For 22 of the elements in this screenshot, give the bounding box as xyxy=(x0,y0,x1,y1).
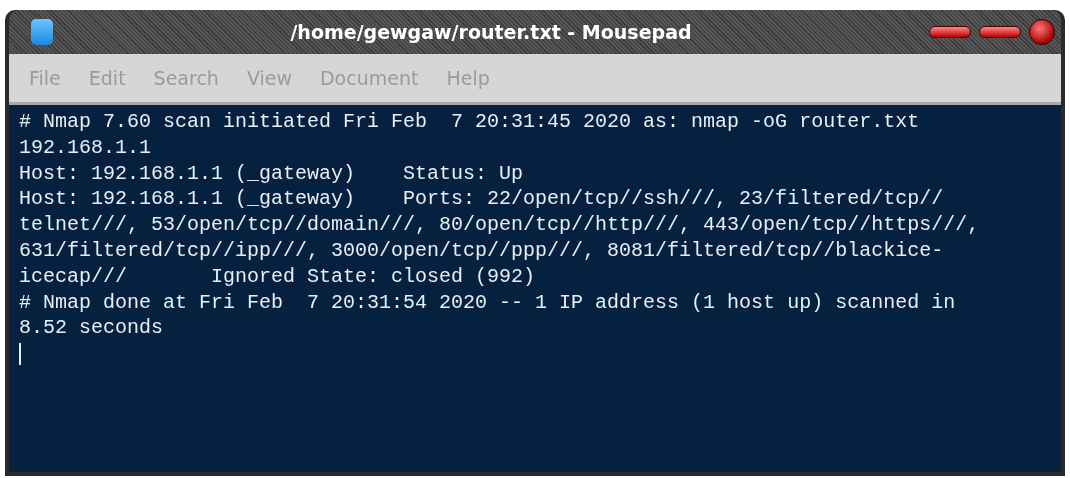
menu-item[interactable]: View xyxy=(246,63,292,93)
text-line: # Nmap done at Fri Feb 7 20:31:54 2020 -- 1 IP address (1 host up) scanned in xyxy=(19,289,957,316)
menu-item[interactable]: Search xyxy=(153,63,219,93)
text-editor[interactable] xyxy=(9,102,1061,472)
menu-item[interactable]: Help xyxy=(446,63,490,93)
text-line: 192.168.1.1 xyxy=(19,134,153,161)
menu-item[interactable]: Document xyxy=(319,63,419,93)
text-cursor xyxy=(19,343,21,366)
window-title: /home/gewgaw/router.txt - Mousepad xyxy=(289,19,693,45)
text-line: telnet///, 53/open/tcp//domain///, 80/open/tcp//http///, 443/open/tcp//https///, xyxy=(19,212,981,238)
text-line: 631/filtered/tcp//ipp///, 3000/open/tcp//ppp///, 8081/filtered/tcp//blackice- xyxy=(19,238,945,264)
menu-item[interactable]: Edit xyxy=(88,63,126,93)
text-line: Host: 192.168.1.1 (_gateway) Status: Up xyxy=(19,160,525,187)
close-button[interactable] xyxy=(1029,19,1055,45)
minimize-button[interactable] xyxy=(929,26,971,38)
text-line: 8.52 seconds xyxy=(19,315,165,342)
menu-item[interactable]: File xyxy=(29,63,61,93)
text-line: # Nmap 7.60 scan initiated Fri Feb 7 20:31:45 2020 as: nmap -oG router.txt xyxy=(19,109,921,135)
text-line: icecap/// Ignored State: closed (992) xyxy=(19,263,537,290)
app-icon[interactable] xyxy=(31,19,53,45)
text-line: Host: 192.168.1.1 (_gateway) Ports: 22/open/tcp//ssh///, 23/filtered/tcp// xyxy=(19,186,945,213)
maximize-button[interactable] xyxy=(979,26,1021,38)
